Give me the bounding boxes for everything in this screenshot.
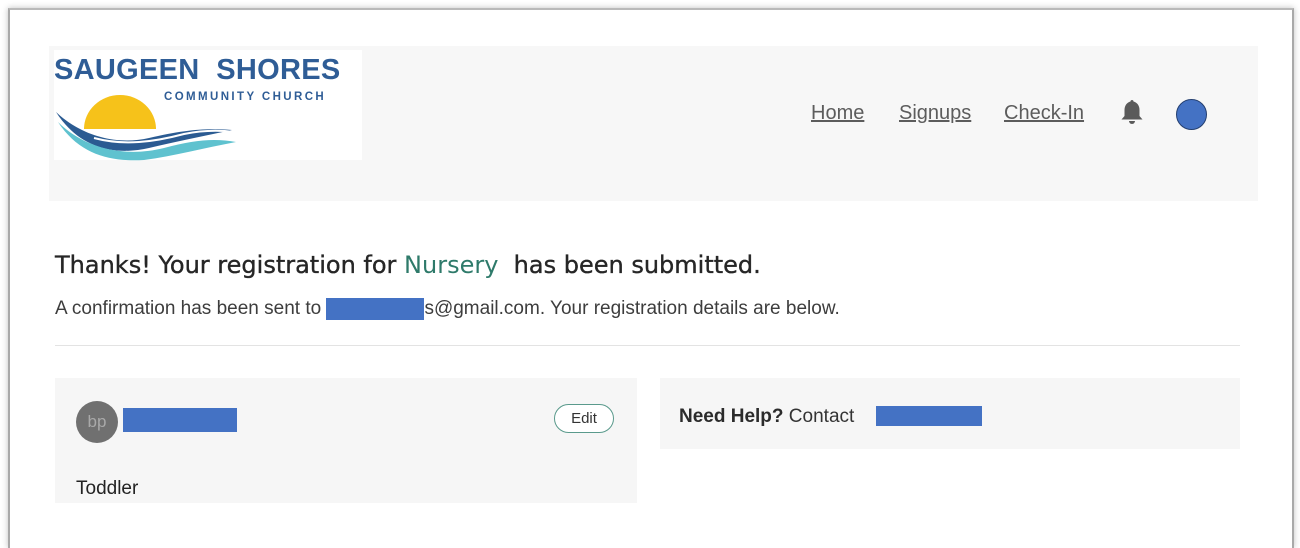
confirmation-message: A confirmation has been sent to s@gmail.… (55, 298, 840, 320)
redacted-email (326, 298, 425, 320)
title-suffix: has been submitted. (498, 251, 761, 279)
program-name[interactable]: Nursery (404, 251, 498, 279)
nav-signups[interactable]: Signups (899, 101, 971, 125)
registrant-card: bp Edit Toddler (55, 378, 637, 503)
edit-button[interactable]: Edit (554, 404, 614, 433)
nav-check-in[interactable]: Check-In (1004, 101, 1084, 125)
help-card: Need Help? Contact (660, 378, 1240, 449)
divider (55, 345, 1240, 346)
sun-waves-logo-icon (56, 95, 236, 161)
user-avatar[interactable] (1176, 99, 1207, 130)
redacted-contact[interactable] (876, 406, 982, 426)
help-contact: Contact (783, 406, 860, 427)
nav-home[interactable]: Home (811, 101, 864, 125)
registrant-avatar: bp (76, 401, 118, 443)
church-logo[interactable]: SAUGEEN SHORES COMMUNITY CHURCH (54, 50, 362, 161)
confirm-prefix: A confirmation has been sent to (55, 298, 327, 320)
bell-icon[interactable] (1120, 98, 1144, 126)
redacted-registrant-name (123, 408, 237, 432)
page-title: Thanks! Your registration for Nursery ha… (55, 251, 761, 279)
registrant-level: Toddler (76, 478, 139, 499)
help-label: Need Help? (679, 406, 784, 427)
help-text: Need Help? Contact (679, 406, 860, 428)
confirm-suffix: s@gmail.com. Your registration details a… (424, 298, 840, 320)
site-header: SAUGEEN SHORES COMMUNITY CHURCH Home Sig… (49, 46, 1258, 201)
title-prefix: Thanks! Your registration for (55, 251, 405, 279)
logo-title: SAUGEEN SHORES (54, 54, 341, 86)
